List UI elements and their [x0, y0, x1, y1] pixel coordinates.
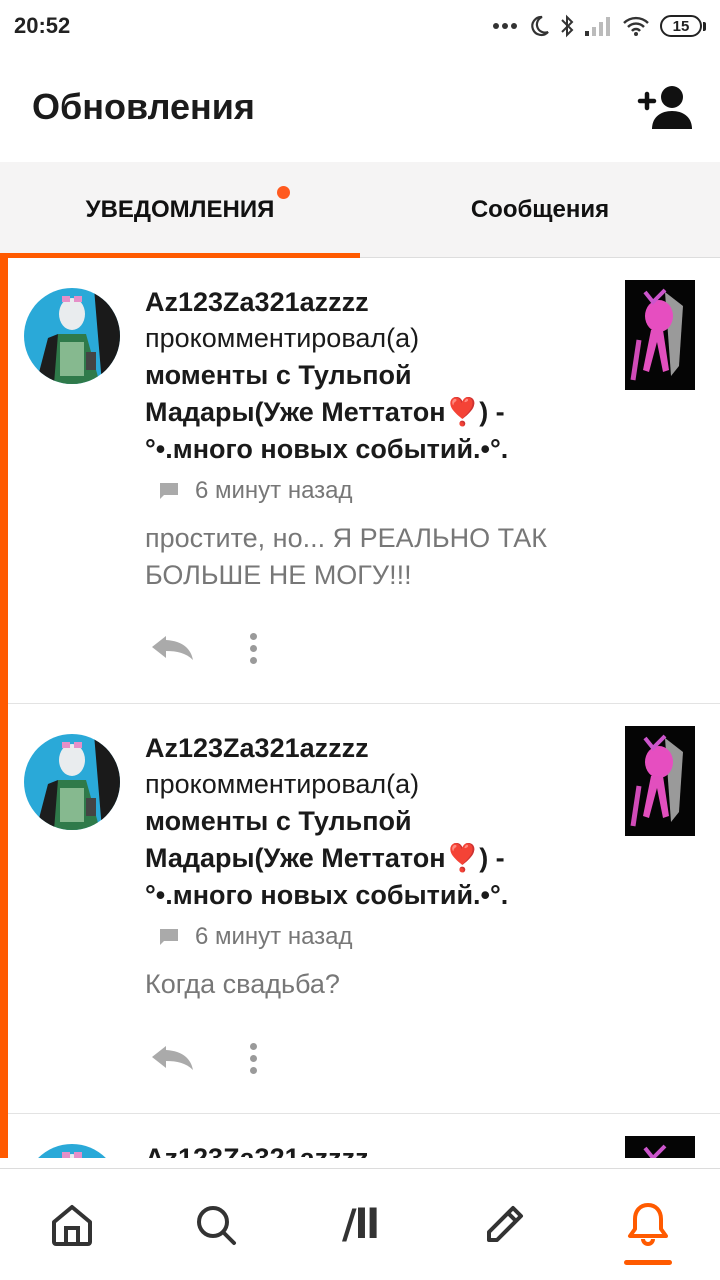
card-actions [145, 628, 267, 668]
bottom-navigation: /ll [0, 1168, 720, 1280]
heart-emoji: ❣️ [445, 843, 480, 873]
notification-content: Az123Za321azzzz [145, 1140, 585, 1158]
page-title: Обновления [32, 86, 255, 127]
timestamp: 6 минут назад [195, 477, 353, 504]
home-icon [52, 1205, 92, 1246]
reply-icon [152, 636, 193, 660]
wifi-icon [623, 16, 649, 36]
author-name[interactable]: Az123Za321azzzz [145, 284, 585, 320]
more-options-button[interactable] [239, 628, 267, 668]
nav-home[interactable] [0, 1169, 144, 1280]
bluetooth-icon [561, 14, 574, 38]
notification-content: Az123Za321azzzz прокомментировал(а) моме… [145, 730, 585, 1003]
unread-badge [277, 186, 291, 199]
notification-item[interactable]: Az123Za321azzzz прокомментировал(а) моме… [8, 704, 720, 1114]
timestamp: 6 минут назад [195, 923, 353, 950]
tab-notifications-label: УВЕДОМЛЕНИЯ [85, 196, 275, 223]
active-nav-indicator [624, 1260, 672, 1265]
notifications-feed[interactable]: Az123Za321azzzz прокомментировал(а) моме… [0, 258, 720, 1158]
post-thumbnail[interactable] [625, 726, 695, 836]
battery-level: 15 [660, 15, 702, 37]
thumbnail-image [625, 1136, 695, 1158]
comment-icon [160, 483, 178, 499]
avatar[interactable] [24, 1144, 120, 1158]
author-name[interactable]: Az123Za321azzzz [145, 730, 585, 766]
status-time: 20:52 [14, 13, 71, 38]
notification-item[interactable]: Az123Za321azzzz [8, 1114, 720, 1158]
post-thumbnail[interactable] [625, 1136, 695, 1158]
avatar[interactable] [24, 288, 120, 384]
thumbnail-image [625, 726, 695, 836]
reply-button[interactable] [145, 1038, 201, 1078]
more-dots-icon [493, 23, 517, 29]
search-icon [197, 1206, 236, 1245]
comment-icon [160, 929, 178, 945]
bell-icon [628, 1203, 668, 1246]
battery-indicator: 15 [660, 15, 706, 37]
avatar-image [24, 734, 120, 830]
tab-notifications[interactable]: УВЕДОМЛЕНИЯ [0, 162, 360, 259]
author-name[interactable]: Az123Za321azzzz [145, 1140, 585, 1158]
reply-button[interactable] [145, 628, 201, 668]
nav-write[interactable] [432, 1169, 576, 1280]
feed-icon: /ll [341, 1202, 380, 1248]
app-header: Обновления [0, 52, 720, 162]
tab-messages[interactable]: Сообщения [360, 162, 720, 258]
moon-icon [531, 15, 549, 37]
post-title[interactable]: моменты с Тульпой Мадары(Уже Меттатон❣️)… [145, 803, 585, 914]
signal-icon [585, 17, 610, 36]
pencil-icon [487, 1206, 523, 1242]
notification-item[interactable]: Az123Za321azzzz прокомментировал(а) моме… [8, 258, 720, 704]
reply-icon [152, 1046, 193, 1070]
more-options-button[interactable] [239, 1038, 267, 1078]
comment-text: простите, но... Я РЕАЛЬНО ТАК БОЛЬШЕ НЕ … [145, 523, 548, 590]
action-text: прокомментировал(а) [145, 323, 420, 353]
avatar-image [24, 1144, 120, 1158]
avatar[interactable] [24, 734, 120, 830]
add-user-icon [637, 86, 692, 129]
nav-search[interactable] [144, 1169, 288, 1280]
nav-feed[interactable]: /ll [288, 1169, 432, 1280]
notification-meta: 6 минут назад [159, 476, 585, 506]
tab-messages-label: Сообщения [470, 196, 610, 223]
tab-bar: УВЕДОМЛЕНИЯ Сообщения [0, 162, 720, 259]
comment-text: Когда свадьба? [145, 969, 340, 999]
unread-accent-bar [0, 258, 8, 1158]
card-actions [145, 1038, 267, 1078]
add-friend-button[interactable] [634, 77, 694, 137]
status-bar: 20:52 15 [0, 0, 720, 52]
post-thumbnail[interactable] [625, 280, 695, 390]
post-title[interactable]: моменты с Тульпой Мадары(Уже Меттатон❣️)… [145, 357, 585, 468]
action-text: прокомментировал(а) [145, 769, 420, 799]
nav-notifications[interactable] [576, 1169, 720, 1280]
thumbnail-image [625, 280, 695, 390]
status-icons: 15 [492, 14, 706, 38]
notification-content: Az123Za321azzzz прокомментировал(а) моме… [145, 284, 585, 594]
heart-emoji: ❣️ [445, 397, 480, 427]
notification-meta: 6 минут назад [159, 922, 585, 952]
avatar-image [24, 288, 120, 384]
